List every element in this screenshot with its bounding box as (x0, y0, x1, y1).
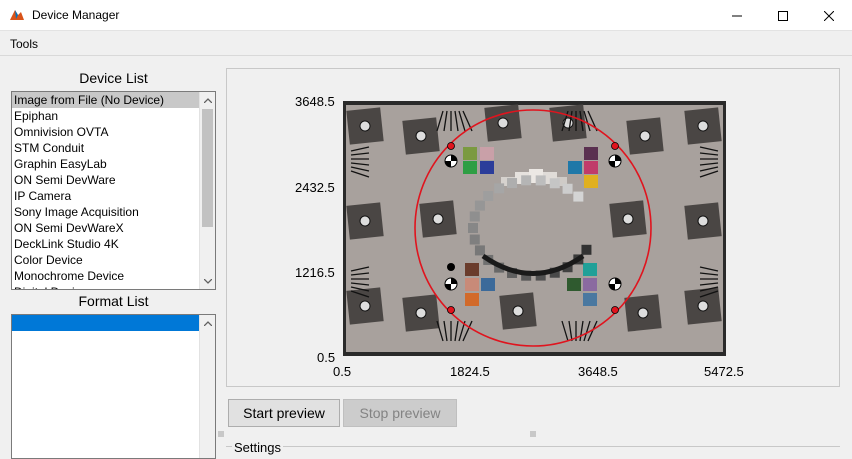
format-list-item[interactable] (12, 315, 199, 331)
device-list-items: Image from File (No Device) Epiphan Omnivi… (12, 92, 215, 289)
menu-tools[interactable]: Tools (10, 37, 38, 51)
device-list[interactable]: Image from File (No Device) Epiphan Omnivi… (11, 91, 216, 290)
menu-bar: Tools (0, 31, 852, 56)
y-tick-label: 1216.5 (295, 265, 335, 280)
device-list-item[interactable]: Digital Device (12, 284, 199, 289)
roi-handle[interactable] (611, 142, 619, 150)
device-list-item[interactable]: ON Semi DevWare (12, 172, 199, 188)
scroll-up-icon[interactable] (200, 315, 215, 331)
device-list-item[interactable]: Graphin EasyLab (12, 156, 199, 172)
splitter-handle[interactable] (216, 428, 852, 438)
y-tick-label: 3648.5 (295, 94, 335, 109)
device-list-item[interactable]: Epiphan (12, 108, 199, 124)
y-tick-label: 2432.5 (295, 180, 335, 195)
stop-preview-button[interactable]: Stop preview (343, 399, 457, 427)
scroll-down-icon[interactable] (200, 273, 215, 289)
device-list-item[interactable]: Image from File (No Device) (12, 92, 199, 108)
device-list-item[interactable]: Color Device (12, 252, 199, 268)
device-list-item[interactable]: STM Conduit (12, 140, 199, 156)
format-list-title: Format List (78, 293, 149, 309)
settings-group (226, 446, 840, 456)
minimize-icon (732, 15, 742, 16)
close-icon (824, 10, 834, 21)
maximize-icon (778, 10, 788, 21)
close-button[interactable] (806, 0, 852, 31)
x-tick-label: 3648.5 (578, 364, 618, 379)
x-tick-label: 1824.5 (450, 364, 490, 379)
app-icon (10, 10, 24, 20)
x-tick-label: 5472.5 (704, 364, 744, 379)
maximize-button[interactable] (760, 0, 806, 31)
scrollbar-thumb[interactable] (202, 109, 213, 227)
device-list-title: Device List (79, 70, 148, 86)
device-list-scrollbar[interactable] (199, 92, 215, 289)
preview-image[interactable] (343, 101, 726, 356)
format-list-scrollbar[interactable] (199, 315, 215, 458)
format-list[interactable] (11, 314, 216, 459)
window-title: Device Manager (32, 8, 120, 22)
device-list-item[interactable]: IP Camera (12, 188, 199, 204)
settings-title: Settings (232, 440, 283, 455)
roi-handle[interactable] (611, 306, 619, 314)
x-tick-label: 0.5 (333, 364, 352, 379)
start-preview-button[interactable]: Start preview (228, 399, 340, 427)
scroll-up-icon[interactable] (200, 92, 215, 108)
title-bar: Device Manager (0, 0, 852, 31)
minimize-button[interactable] (714, 0, 760, 31)
roi-handle[interactable] (447, 142, 455, 150)
device-list-item[interactable]: ON Semi DevWareX (12, 220, 199, 236)
device-list-item[interactable]: Monochrome Device (12, 268, 199, 284)
device-list-item[interactable]: Omnivision OVTA (12, 124, 199, 140)
device-list-item[interactable]: DeckLink Studio 4K (12, 236, 199, 252)
roi-handle[interactable] (447, 306, 455, 314)
y-tick-label: 0.5 (317, 350, 336, 365)
device-list-item[interactable]: Sony Image Acquisition (12, 204, 199, 220)
